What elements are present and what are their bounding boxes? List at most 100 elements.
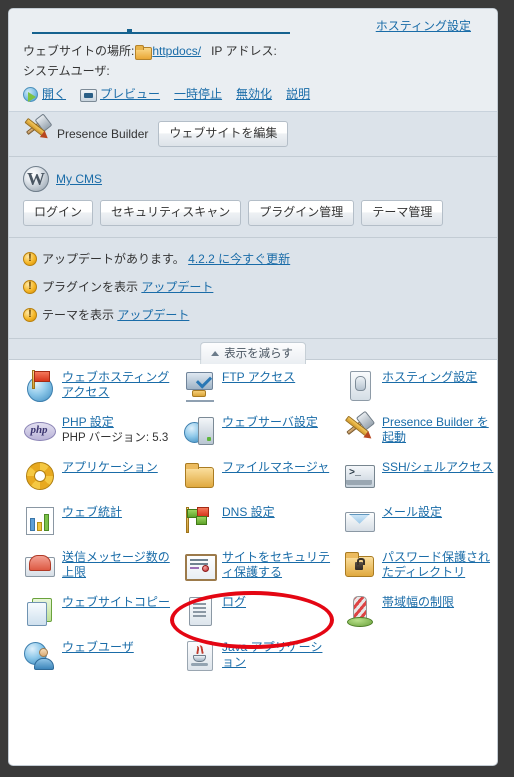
tool-label[interactable]: 送信メッセージ数の上限 [62,550,170,579]
tool-label[interactable]: ウェブユーザ [62,640,134,654]
tool-label[interactable]: アプリケーション [62,460,158,474]
notification-update-available: アップデートがあります。 4.2.2 に今すぐ更新 [23,245,483,273]
action-preview-label[interactable]: プレビュー [100,87,160,101]
domain-name-redacted [32,29,290,34]
tool-web-server-settings[interactable]: ウェブサーバ設定 [183,414,343,446]
wp-theme-manage-button[interactable]: テーマ管理 [361,200,444,226]
web-statistics-icon [23,504,55,536]
tools-grid-row: ウェブサイトコピー ログ 帯域幅の制限 [23,594,487,627]
tool-website-copy[interactable]: ウェブサイトコピー [23,594,183,626]
password-protected-directories-icon [343,549,375,581]
web-users-icon [23,639,55,671]
tool-bandwidth-limit[interactable]: 帯域幅の制限 [343,594,497,627]
tool-label[interactable]: サイトをセキュリティ保護する [222,550,330,579]
action-preview[interactable]: プレビュー [80,85,160,102]
tool-label[interactable]: ログ [222,595,246,609]
tool-web-statistics[interactable]: ウェブ統計 [23,504,183,536]
secure-site-certificate-icon [183,549,217,581]
tool-file-manager[interactable]: ファイルマネージャ [183,459,343,491]
action-suspend-label[interactable]: 一時停止 [174,87,222,101]
web-server-settings-icon [183,414,215,446]
tool-ftp-access[interactable]: FTP アクセス [183,369,343,402]
tool-outgoing-mail-limit[interactable]: 送信メッセージ数の上限 [23,549,183,581]
tools-grid-row: アプリケーション ファイルマネージャ SSH/シェルアクセス [23,459,493,491]
httpdocs-link[interactable]: httpdocs/ [152,44,201,58]
tool-web-users[interactable]: ウェブユーザ [23,639,183,671]
screenshot-root: ホスティング設定 ウェブサイトの場所: httpdocs/ IP アドレス: シス… [0,0,514,777]
action-suspend[interactable]: 一時停止 [174,85,222,102]
logs-icon [183,594,215,626]
tool-presence-builder[interactable]: Presence Builder を起動 [343,414,497,446]
warning-icon [23,307,37,322]
wordpress-button-row: ログイン セキュリティスキャン プラグイン管理 テーマ管理 [23,200,483,226]
tool-label[interactable]: ファイルマネージャ [222,460,329,474]
pencil-hammer-icon [23,117,51,147]
tool-label[interactable]: メール設定 [382,505,442,519]
tool-label[interactable]: ウェブホスティングアクセス [62,370,169,399]
tool-label[interactable]: ウェブサーバ設定 [222,415,318,429]
presence-builder-title: Presence Builder [57,127,149,141]
tool-logs[interactable]: ログ [183,594,343,626]
website-panel: ホスティング設定 ウェブサイトの場所: httpdocs/ IP アドレス: シス… [8,8,498,766]
action-description[interactable]: 説明 [286,85,310,102]
tool-ssh-access[interactable]: SSH/シェルアクセス [343,459,497,491]
wp-security-scan-button[interactable]: セキュリティスキャン [100,200,242,226]
tools-grid-row: 送信メッセージ数の上限 サイトをセキュリティ保護する パスワード保護されたディレ… [23,549,490,581]
file-manager-icon [183,459,215,491]
ftp-access-icon [183,369,215,402]
tool-label[interactable]: DNS 設定 [222,505,275,519]
tool-secure-site[interactable]: サイトをセキュリティ保護する [183,549,343,581]
tool-web-hosting-access[interactable]: ウェブホスティングアクセス [23,369,183,402]
action-open[interactable]: 開く [23,85,66,102]
mail-settings-icon [343,504,375,536]
notification-themes-link[interactable]: アップデート [117,308,189,322]
notification-update-link[interactable]: 4.2.2 に今すぐ更新 [188,252,290,266]
tool-label[interactable]: PHP 設定 [62,415,114,429]
wp-login-button[interactable]: ログイン [23,200,94,226]
applications-icon [23,459,55,491]
tool-dns-settings[interactable]: DNS 設定 [183,504,343,536]
tools-grid-row: ウェブホスティングアクセス FTP アクセス ホスティング設定 [23,369,487,402]
tool-label[interactable]: Presence Builder を起動 [382,415,489,444]
tool-label[interactable]: パスワード保護されたディレクトリ [382,550,490,579]
action-open-label[interactable]: 開く [42,87,66,101]
ip-address-label: IP アドレス: [211,44,277,58]
tool-java-applications[interactable]: Java アプリケーション [183,639,343,671]
edit-website-button[interactable]: ウェブサイトを編集 [158,121,289,147]
site-actions-row: 開く プレビュー 一時停止 無効化 説明 [23,85,483,102]
notifications-section: アップデートがあります。 4.2.2 に今すぐ更新 プラグインを表示 アップデー… [9,238,497,339]
tool-php-settings[interactable]: PHP 設定 PHP バージョン: 5.3 [23,414,183,446]
tool-label[interactable]: 帯域幅の制限 [382,595,454,609]
notification-plugins-link[interactable]: アップデート [141,280,213,294]
presence-builder-section: Presence Builder ウェブサイトを編集 [9,112,497,157]
warning-icon [23,279,37,294]
tool-applications[interactable]: アプリケーション [23,459,183,491]
action-disable-label[interactable]: 無効化 [236,87,272,101]
wp-plugin-manage-button[interactable]: プラグイン管理 [248,200,355,226]
site-summary-section: ホスティング設定 ウェブサイトの場所: httpdocs/ IP アドレス: シス… [9,9,497,112]
tool-hosting-settings[interactable]: ホスティング設定 [343,369,497,401]
my-cms-link[interactable]: My CMS [56,172,102,186]
website-location-line: ウェブサイトの場所: httpdocs/ IP アドレス: [23,41,483,61]
java-applications-icon [183,639,215,671]
tool-mail-settings[interactable]: メール設定 [343,504,497,536]
outgoing-mail-limit-icon [23,549,55,581]
chevron-up-icon [211,351,220,356]
tool-label[interactable]: SSH/シェルアクセス [382,460,493,474]
hosting-settings-link[interactable]: ホスティング設定 [376,17,471,34]
tools-grid: ウェブホスティングアクセス FTP アクセス ホスティング設定 PHP 設定 P… [9,360,497,694]
tool-label[interactable]: ホスティング設定 [382,370,477,384]
notification-themes: テーマを表示 アップデート [23,301,483,329]
notification-themes-text: テーマを表示 [42,308,115,322]
tool-label[interactable]: Java アプリケーション [222,640,322,669]
tool-label[interactable]: ウェブ統計 [62,505,122,519]
notification-plugins-text: プラグインを表示 [42,280,139,294]
tool-label[interactable]: FTP アクセス [222,370,295,384]
tool-password-protected-dirs[interactable]: パスワード保護されたディレクトリ [343,549,497,581]
show-less-tab[interactable]: 表示を減らす [200,342,306,364]
system-user-line: システムユーザ: [23,61,483,81]
action-disable[interactable]: 無効化 [236,85,272,102]
action-description-label[interactable]: 説明 [286,87,310,101]
tool-label[interactable]: ウェブサイトコピー [62,595,170,609]
collapse-bar: 表示を減らす [9,339,497,364]
